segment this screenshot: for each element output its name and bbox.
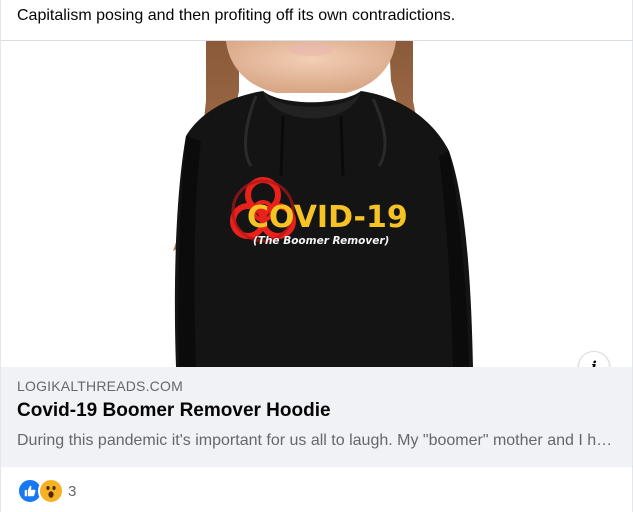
wow-icon	[38, 478, 64, 504]
hoodie-photo: COVID-19 (The Boomer Remover)	[1, 41, 632, 367]
link-preview-meta[interactable]: LOGIKALTHREADS.COM Covid-19 Boomer Remov…	[1, 367, 632, 467]
feed-post: Capitalism posing and then profiting off…	[0, 0, 633, 512]
post-text: Capitalism posing and then profiting off…	[17, 7, 456, 24]
shirt-sub-text: (The Boomer Remover)	[253, 235, 389, 247]
reactions-summary[interactable]: 3	[17, 478, 76, 504]
link-domain: LOGIKALTHREADS.COM	[17, 378, 183, 394]
reaction-count[interactable]: 3	[68, 483, 76, 500]
link-description: During this pandemic it's important for …	[17, 432, 613, 449]
link-preview-image[interactable]: COVID-19 (The Boomer Remover)	[1, 41, 632, 367]
shirt-main-text: COVID-19	[247, 200, 408, 235]
link-preview-card[interactable]: COVID-19 (The Boomer Remover) i LOGIKALT…	[1, 40, 633, 467]
link-title[interactable]: Covid-19 Boomer Remover Hoodie	[17, 400, 331, 422]
